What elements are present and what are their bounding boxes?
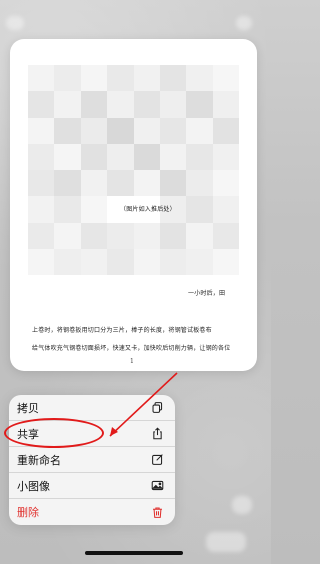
home-indicator[interactable]: [85, 551, 183, 555]
annotation-arrow: [109, 372, 178, 437]
